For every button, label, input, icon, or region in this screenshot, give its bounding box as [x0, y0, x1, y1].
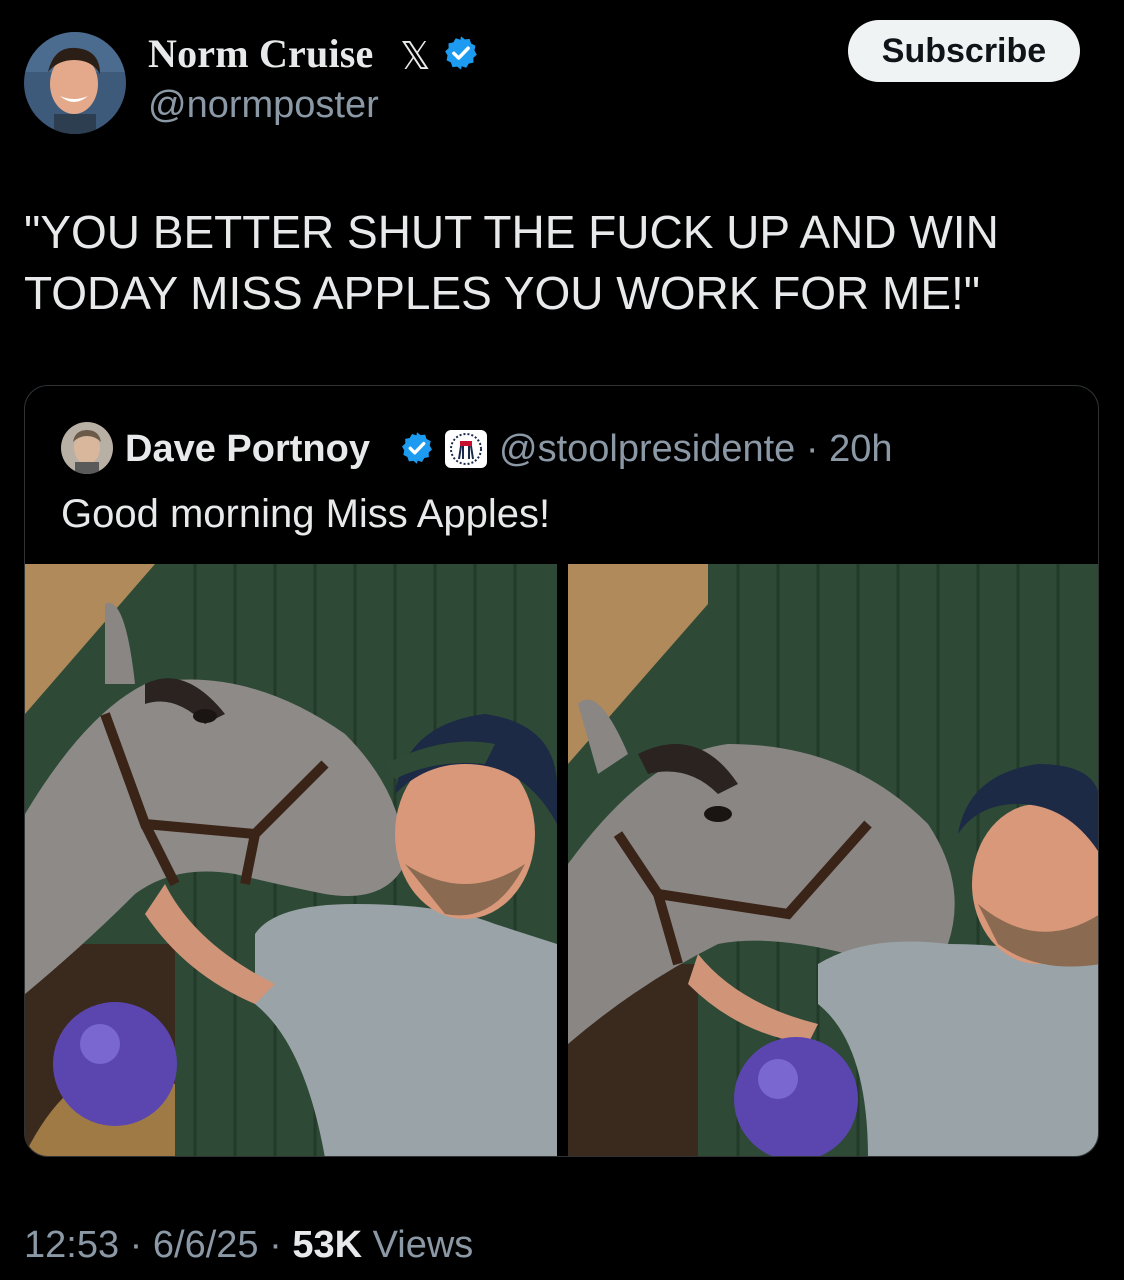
quoted-tweet-card[interactable]: Dave Portnoy @stoolpresidente · 20h Good…: [24, 385, 1099, 1157]
quoted-handle-line: @stoolpresidente · 20h: [499, 428, 893, 471]
tweet-photo-1[interactable]: [25, 564, 557, 1156]
subscribe-button[interactable]: Subscribe: [848, 20, 1080, 82]
author-name[interactable]: Norm Cruise: [148, 30, 373, 77]
quoted-author-handle[interactable]: @stoolpresidente: [499, 428, 795, 470]
quoted-tweet-text: Good morning Miss Apples!: [61, 492, 551, 536]
views-count: 53K: [292, 1224, 363, 1266]
tweet-photo-2[interactable]: [568, 564, 1098, 1156]
separator-dot: ·: [269, 1224, 282, 1266]
verified-badge-icon: [442, 34, 480, 72]
verified-badge-icon: [399, 430, 435, 466]
quoted-timestamp[interactable]: 20h: [829, 428, 892, 470]
separator-dot: ·: [129, 1224, 143, 1266]
separator-dot: ·: [805, 428, 819, 470]
quoted-author-avatar[interactable]: [61, 422, 113, 474]
quoted-author-name[interactable]: Dave Portnoy: [125, 428, 370, 471]
tweet-time[interactable]: 12:53: [24, 1224, 119, 1266]
author-avatar[interactable]: [24, 32, 126, 134]
tweet-text: "YOU BETTER SHUT THE FUCK UP AND WIN TOD…: [24, 206, 999, 319]
barstool-logo-icon[interactable]: [445, 430, 487, 468]
x-logo-icon: 𝕏: [400, 34, 431, 78]
views-label: Views: [372, 1224, 474, 1266]
author-handle[interactable]: @normposter: [148, 84, 379, 127]
tweet-date[interactable]: 6/6/25: [153, 1224, 259, 1266]
tweet-meta: 12:53 · 6/6/25 · 53K Views: [24, 1224, 473, 1267]
